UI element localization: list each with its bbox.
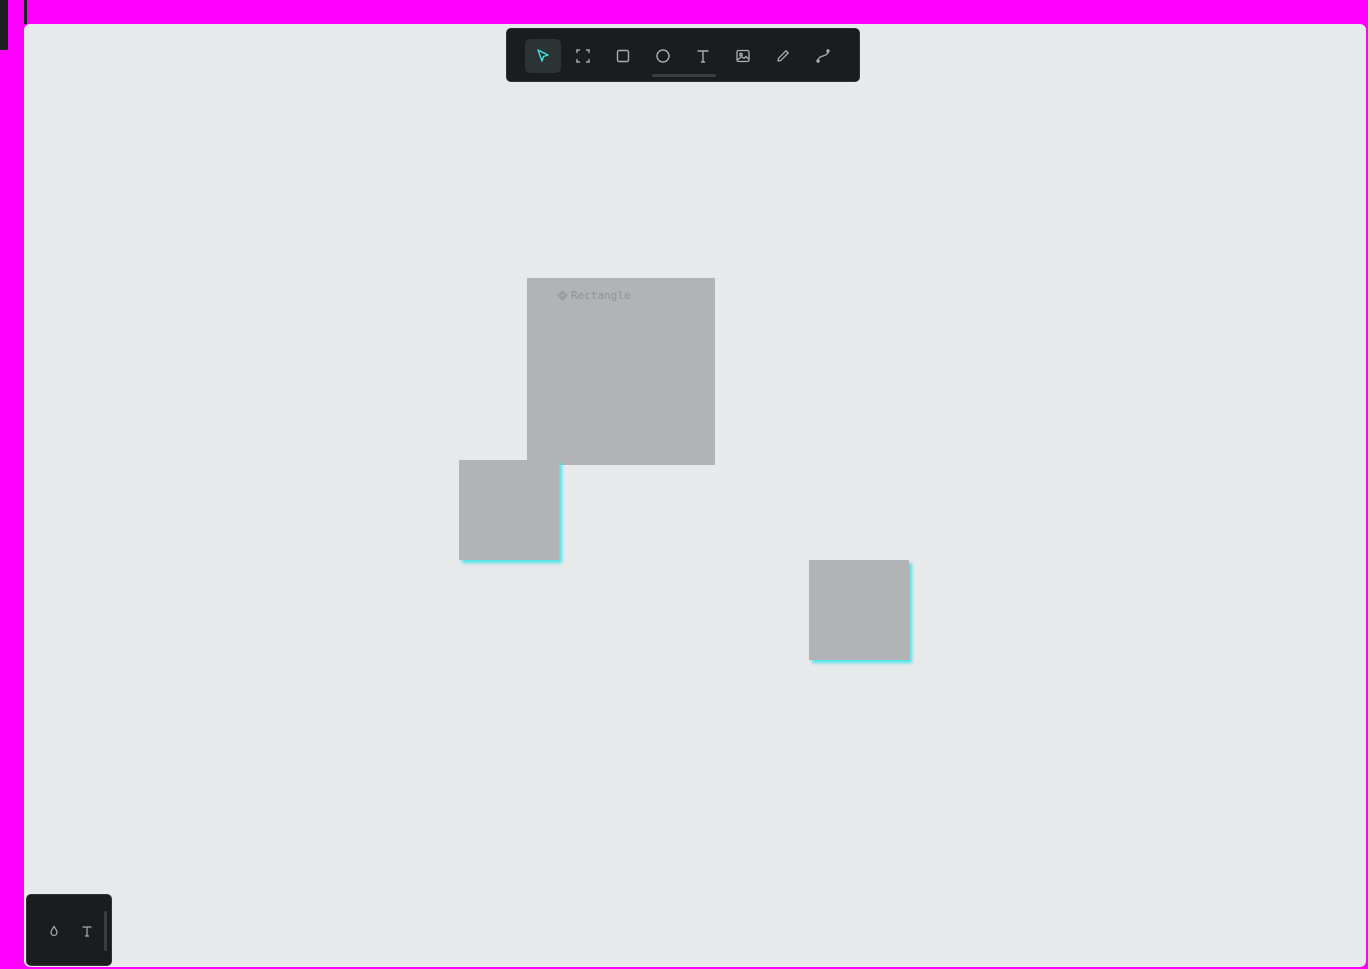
square-shape-right[interactable] xyxy=(809,560,909,660)
droplet-icon xyxy=(50,925,58,937)
square-shape-left[interactable] xyxy=(459,460,559,560)
rectangle-tool-button[interactable] xyxy=(605,39,641,73)
pointer-icon xyxy=(537,49,549,62)
tool-toolbar xyxy=(506,28,860,82)
path-tool-button[interactable] xyxy=(805,39,841,73)
design-canvas[interactable]: Rectangle xyxy=(24,24,1366,967)
window-edge xyxy=(0,0,8,50)
shape-label-text: Rectangle xyxy=(571,289,631,302)
shape-label: Rectangle xyxy=(557,289,631,302)
toolbar-drag-handle[interactable] xyxy=(652,74,716,77)
component-icon xyxy=(557,290,568,301)
ellipse-icon xyxy=(656,49,670,63)
frame-tool-button[interactable] xyxy=(565,39,601,73)
image-tool-button[interactable] xyxy=(725,39,761,73)
text-tool-button[interactable] xyxy=(685,39,721,73)
select-tool-button[interactable] xyxy=(525,39,561,73)
panel-resize-handle[interactable] xyxy=(104,911,107,951)
frame-icon xyxy=(576,49,590,63)
text-icon xyxy=(697,50,709,63)
ellipse-tool-button[interactable] xyxy=(645,39,681,73)
rectangle-icon xyxy=(616,49,630,63)
typography-button[interactable] xyxy=(77,921,97,941)
pencil-tool-button[interactable] xyxy=(765,39,801,73)
bottom-tool-panel xyxy=(26,894,112,966)
image-icon xyxy=(736,49,750,63)
pencil-icon xyxy=(777,50,789,62)
fill-color-button[interactable] xyxy=(44,921,64,941)
rectangle-shape[interactable]: Rectangle xyxy=(527,278,715,465)
text-icon xyxy=(82,926,92,937)
window-edge-line xyxy=(24,0,27,24)
path-icon xyxy=(816,49,830,63)
